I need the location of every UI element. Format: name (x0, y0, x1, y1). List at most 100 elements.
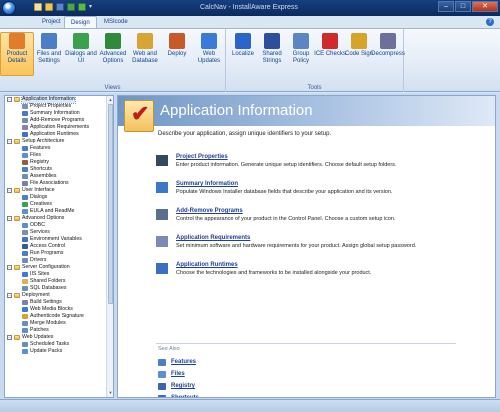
build-icon[interactable] (67, 3, 75, 11)
tree-item[interactable]: Services (5, 229, 107, 236)
views-button-5[interactable]: Deploy (160, 33, 194, 58)
tree-label: Server Configuration (22, 264, 70, 270)
see-also-link-label[interactable]: Registry (171, 383, 195, 389)
item-icon (22, 160, 28, 165)
tree-item[interactable]: Registry (5, 159, 107, 166)
maximize-button[interactable]: □ (455, 1, 471, 12)
ribbon: Product Details Files and Settings Dialogs… (0, 28, 500, 92)
tree-item[interactable]: Scheduled Tasks (5, 341, 107, 348)
tree-item[interactable]: Application Requirements (5, 124, 107, 131)
content-item-link[interactable]: Application Runtimes (176, 262, 238, 268)
tab-design[interactable]: Design (64, 16, 97, 28)
minimize-button[interactable]: – (438, 1, 454, 12)
item-icon (22, 286, 28, 291)
views-button-3[interactable]: Advanced Options (96, 33, 130, 65)
customize-qat-icon[interactable]: ▾ (89, 3, 94, 11)
tree-scrollbar[interactable]: ▲ ▼ (106, 96, 113, 397)
tools-button-5[interactable]: Decompress (371, 33, 405, 58)
gears-icon (156, 236, 168, 247)
tree-item[interactable]: IIS Sites (5, 271, 107, 278)
new-icon[interactable] (34, 3, 42, 11)
tab-project[interactable]: Project (36, 16, 67, 28)
collapse-icon[interactable]: − (7, 139, 12, 144)
content-item-link[interactable]: Add-Remove Programs (176, 208, 243, 214)
see-also-link[interactable]: Shortcuts (158, 394, 278, 397)
tree-item[interactable]: SQL Databases (5, 285, 107, 292)
tree-group[interactable]: − User Interface (5, 187, 107, 194)
tree-item[interactable]: Assemblies (5, 173, 107, 180)
tree-item[interactable]: Dialogs (5, 194, 107, 201)
tree-item[interactable]: Merge Modules (5, 320, 107, 327)
tree-item[interactable]: Shared Folders (5, 278, 107, 285)
tree-item[interactable]: Application Runtimes (5, 131, 107, 138)
tree-item[interactable]: Update Packs (5, 348, 107, 355)
scroll-down-icon[interactable]: ▼ (108, 390, 113, 396)
tree-item[interactable]: Features (5, 145, 107, 152)
help-icon[interactable]: ? (486, 18, 494, 26)
views-button-2[interactable]: Dialogs and UI (64, 33, 98, 65)
app-menu-button[interactable] (2, 1, 16, 15)
window-controls: – □ ✕ (438, 1, 498, 12)
close-button[interactable]: ✕ (472, 1, 498, 12)
see-also-link-label[interactable]: Shortcuts (171, 395, 199, 397)
tab-msicode[interactable]: MSIcode (98, 16, 134, 28)
tree-group[interactable]: − Advanced Options (5, 215, 107, 222)
tree-item[interactable]: Add-Remove Programs (5, 117, 107, 124)
tree-item[interactable]: Run Programs (5, 250, 107, 257)
tree-group[interactable]: − Application Information (5, 96, 107, 104)
item-icon (22, 307, 28, 312)
tree-group[interactable]: − Deployment (5, 292, 107, 299)
collapse-icon[interactable]: − (7, 97, 12, 102)
tree-item[interactable]: Build Settings (5, 299, 107, 306)
run-icon[interactable] (78, 3, 86, 11)
collapse-icon[interactable]: − (7, 335, 12, 340)
tree-group[interactable]: − Server Configuration (5, 264, 107, 271)
see-also-link[interactable]: Files (158, 370, 278, 380)
scroll-up-icon[interactable]: ▲ (108, 97, 113, 103)
tree-item[interactable]: Project Properties (5, 103, 107, 110)
pilcrow-icon (264, 33, 280, 49)
tree-item[interactable]: Files (5, 152, 107, 159)
tree-item[interactable]: Web Media Blocks (5, 306, 107, 313)
views-button-1[interactable]: Files and Settings (32, 33, 66, 65)
views-button-label: Deploy (167, 51, 187, 57)
tree-item[interactable]: Access Control (5, 243, 107, 250)
content-item-link[interactable]: Summary Information (176, 181, 238, 187)
see-also-link[interactable]: Registry (158, 382, 278, 392)
collapse-icon[interactable]: − (7, 293, 12, 298)
item-icon (22, 167, 28, 172)
tree-item[interactable]: Patches (5, 327, 107, 334)
content-item-link[interactable]: Application Requirements (176, 235, 250, 241)
tree-label: Advanced Options (22, 215, 65, 221)
tree-item[interactable]: Environment Variables (5, 236, 107, 243)
item-icon (22, 118, 28, 123)
open-icon[interactable] (45, 3, 53, 11)
item-icon (22, 300, 28, 305)
tree-label: Application Runtimes (30, 131, 79, 137)
tree-item[interactable]: Drivers (5, 257, 107, 264)
views-button-4[interactable]: Web and Database (128, 33, 162, 65)
collapse-icon[interactable]: − (7, 216, 12, 221)
tree-item[interactable]: Creatives (5, 201, 107, 208)
tree-item[interactable]: Authenticode Signature (5, 313, 107, 320)
save-icon[interactable] (56, 3, 64, 11)
scroll-thumb[interactable] (108, 104, 113, 304)
tree-item[interactable]: File Associations (5, 180, 107, 187)
collapse-icon[interactable]: − (7, 265, 12, 270)
flag-icon (235, 33, 251, 49)
tree-group[interactable]: − Setup Architecture (5, 138, 107, 145)
tree-item[interactable]: ODBC (5, 222, 107, 229)
tree-item[interactable]: EULA and ReadMe (5, 208, 107, 215)
views-button-6[interactable]: Web Updates (192, 33, 226, 65)
shortcuts-icon (158, 395, 166, 397)
collapse-icon[interactable]: − (7, 188, 12, 193)
see-also-link[interactable]: Features (158, 358, 278, 368)
tree-item[interactable]: Shortcuts (5, 166, 107, 173)
runtimes-icon (156, 263, 168, 274)
see-also-link-label[interactable]: Features (171, 359, 196, 365)
views-button-0[interactable]: Product Details (0, 32, 34, 76)
tree-item[interactable]: Summary Information (5, 110, 107, 117)
tree-group[interactable]: − Web Updates (5, 334, 107, 341)
see-also-link-label[interactable]: Files (171, 371, 185, 377)
content-item-link[interactable]: Project Properties (176, 154, 228, 160)
